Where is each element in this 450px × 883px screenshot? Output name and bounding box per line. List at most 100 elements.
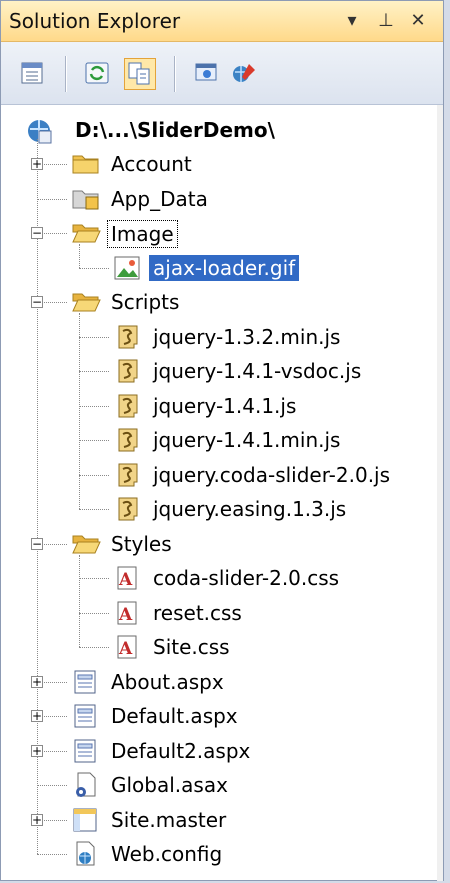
tree-child-item[interactable]: jquery-1.4.1.js [1,389,437,423]
toolbar-separator [65,56,67,92]
tree-item-label: Account [111,152,192,176]
toolbar-separator [174,56,176,92]
tree-connector-line [79,371,109,372]
folder-icon [71,150,101,180]
tree-item-label: jquery-1.4.1.min.js [153,428,341,452]
script-file-icon [113,426,141,458]
solution-explorer-window: Solution Explorer ▾ ⊥ ✕ D:\...\SliderDem… [0,0,444,881]
svg-text:A: A [118,605,133,625]
tree-item-label: jquery-1.3.2.min.js [153,324,341,349]
tree-item[interactable]: + Default.aspx [1,699,437,733]
tree-item[interactable]: App_Data [1,182,437,216]
tree-connector-line [37,854,67,855]
tree-child-item[interactable]: Acoda-slider-2.0.css [1,561,437,595]
tree-item-label: Default.aspx [111,704,238,728]
collapse-icon[interactable]: − [31,296,43,308]
title-bar: Solution Explorer ▾ ⊥ ✕ [1,1,443,42]
tree-item[interactable]: + Account [1,147,437,181]
tree-connector-line [79,612,109,614]
stylesheet-file-icon: A [113,564,141,596]
tree-connector-line [37,785,67,786]
tree-connector-line [79,474,109,476]
tree-item-label: Global.asax [111,773,228,797]
expand-icon[interactable]: + [31,675,43,688]
folder-open-icon [71,530,101,560]
close-icon[interactable]: ✕ [407,9,429,33]
tree-item[interactable]: − Image [1,216,437,250]
tree-item-label: jquery-1.4.1-vsdoc.js [153,359,362,383]
tree-child-item[interactable]: jquery-1.3.2.min.js [1,320,437,354]
tree-item-label: jquery.coda-slider-2.0.js [153,462,391,487]
tree-connector-line [79,578,109,579]
expand-icon[interactable]: + [31,158,43,170]
tree-connector-line [79,647,109,648]
tree-item-label: Site.css [153,635,230,659]
window-title: Solution Explorer [9,9,181,33]
auto-hide-pin-icon[interactable]: ⊥ [375,9,397,33]
web-configuration-tool-icon[interactable] [229,58,261,90]
refresh-tool-icon[interactable] [82,58,114,90]
tree-child-item[interactable]: A Site.css [1,630,437,664]
tree-item-label: Image [107,220,178,248]
tree-connector-line [79,440,109,441]
script-file-icon [113,323,141,355]
tree-child-item[interactable]: Areset.css [1,596,437,630]
tree-item-label: Default2.aspx [111,738,251,763]
tree-child-item[interactable]: jquery.coda-slider-2.0.js [1,458,437,492]
collapse-icon[interactable]: − [31,227,43,239]
tree-connector-line [79,267,109,269]
project-node[interactable]: D:\...\SliderDemo\ [1,113,437,147]
image-file-icon [113,254,141,286]
tree-item-label: Scripts [111,290,180,314]
tree-item-label: Web.config [111,842,223,866]
tree-item[interactable]: − Styles [1,527,437,561]
web-project-icon [25,117,53,149]
tree-item-label: Styles [111,531,172,556]
data-folder-icon [71,185,101,215]
tree-item-label: coda-slider-2.0.css [153,566,340,590]
tree-child-item[interactable]: ajax-loader.gif [1,251,437,285]
tree-connector-line [79,336,109,338]
tree-item[interactable]: + Default2.aspx [1,734,437,768]
project-label: D:\...\SliderDemo\ [75,118,275,142]
expand-icon[interactable]: + [31,744,43,757]
tree-item-label: ajax-loader.gif [149,254,300,281]
stylesheet-file-icon: A [113,633,141,665]
tree-item-label: About.aspx [111,669,224,694]
expand-icon[interactable]: + [31,710,43,722]
tree-item[interactable]: + Site.master [1,803,437,837]
svg-text:A: A [118,570,133,590]
svg-text:A: A [118,639,133,659]
vertical-scrollbar[interactable] [437,105,443,881]
properties-tool-icon[interactable] [18,58,50,90]
config-file-icon [71,840,99,872]
tree-item-label: App_Data [111,186,208,211]
solution-tree: D:\...\SliderDemo\ + Account App_Data − Imag… [1,105,437,881]
view-designer-tool-icon[interactable] [191,58,223,90]
tree-child-item[interactable]: jquery-1.4.1.min.js [1,423,437,457]
tree-item[interactable]: Web.config [1,837,437,871]
stylesheet-file-icon: A [113,599,141,631]
tree-item-label: jquery.easing.1.3.js [153,497,347,521]
web-form-icon [71,737,99,769]
web-form-icon [71,668,99,700]
script-file-icon [113,461,141,493]
expand-icon[interactable]: + [31,813,43,826]
script-file-icon [113,357,141,389]
global-application-icon [71,771,99,803]
tree-connector-line [37,198,67,200]
tree-child-item[interactable]: jquery-1.4.1-vsdoc.js [1,354,437,388]
show-all-files-tool-icon[interactable] [124,58,156,90]
master-page-icon [71,806,99,838]
script-file-icon [113,495,141,527]
tree-item[interactable]: + About.aspx [1,665,437,699]
window-position-dropdown-icon[interactable]: ▾ [341,9,363,33]
tree-item[interactable]: − Scripts [1,285,437,319]
collapse-icon[interactable]: − [31,537,43,550]
tree-item[interactable]: Global.asax [1,768,437,802]
tree-item-label: jquery-1.4.1.js [153,393,297,418]
script-file-icon [113,392,141,424]
toolbar [1,42,443,105]
tree-child-item[interactable]: jquery.easing.1.3.js [1,492,437,526]
tree-item-label: Site.master [111,807,227,832]
